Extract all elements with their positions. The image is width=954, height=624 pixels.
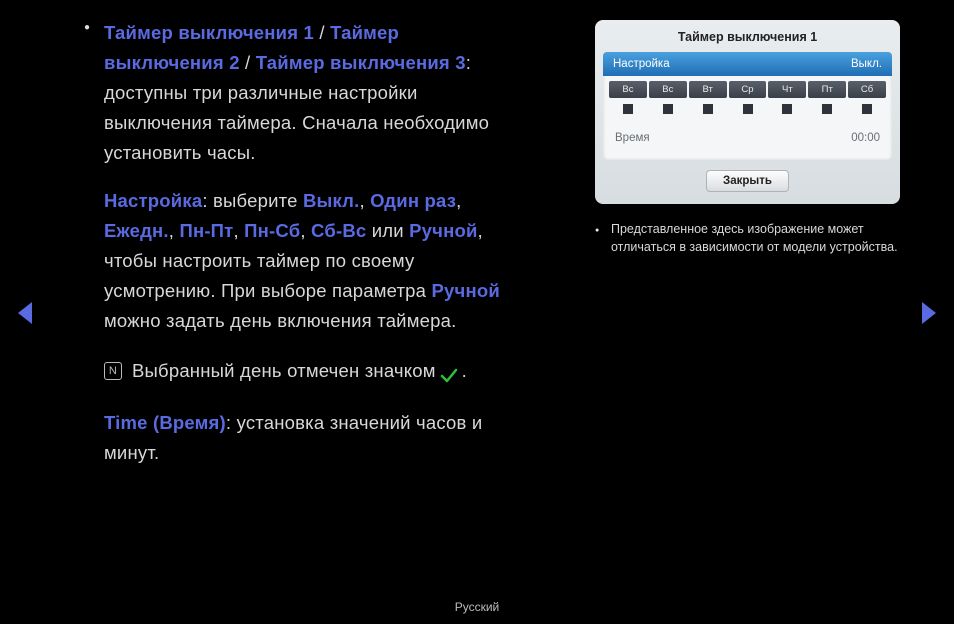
day-label: Вт — [689, 81, 727, 98]
text: , — [169, 220, 180, 241]
day-checkbox[interactable] — [743, 104, 753, 114]
keyword-monsat: Пн-Сб — [244, 220, 300, 241]
day-cell[interactable]: Сб — [848, 81, 886, 118]
keyword-timer1: Таймер выключения 1 — [104, 22, 314, 43]
page: Таймер выключения 1 / Таймер выключения … — [0, 0, 954, 624]
day-cell[interactable]: Вс — [609, 81, 647, 118]
day-cell[interactable]: Чт — [768, 81, 806, 118]
days-row: Вс Вс Вт Ср Чт Пт Сб — [603, 76, 892, 118]
bullet-paragraph-1: Таймер выключения 1 / Таймер выключения … — [84, 18, 524, 168]
dialog-body: Настройка Выкл. Вс Вс Вт Ср Чт Пт Сб Вре… — [603, 52, 892, 160]
day-label: Пт — [808, 81, 846, 98]
note-line: N Выбранный день отмечен значком . — [84, 356, 524, 386]
setup-label: Настройка — [613, 58, 670, 70]
left-column: Таймер выключения 1 / Таймер выключения … — [84, 18, 524, 488]
row-setup[interactable]: Настройка Выкл. — [603, 52, 892, 76]
time-label: Время — [615, 132, 650, 144]
day-label: Сб — [848, 81, 886, 98]
day-label: Вс — [649, 81, 687, 98]
time-value: 00:00 — [851, 132, 880, 144]
day-checkbox[interactable] — [623, 104, 633, 114]
close-button[interactable]: Закрыть — [706, 170, 789, 192]
keyword-timer3: Таймер выключения 3 — [256, 52, 466, 73]
day-checkbox[interactable] — [862, 104, 872, 114]
paragraph-3-block: Time (Время): установка значений часов и… — [84, 408, 524, 468]
dialog-title: Таймер выключения 1 — [603, 26, 892, 52]
setup-value: Выкл. — [851, 58, 882, 70]
day-cell[interactable]: Вс — [649, 81, 687, 118]
paragraph-3: Time (Время): установка значений часов и… — [104, 408, 524, 468]
day-cell[interactable]: Вт — [689, 81, 727, 118]
text: , — [233, 220, 244, 241]
note-text-end: . — [462, 356, 467, 386]
text: , — [359, 190, 370, 211]
nav-prev-button[interactable] — [14, 300, 36, 331]
text: или — [366, 220, 409, 241]
note-icon: N — [104, 362, 122, 380]
check-icon — [440, 363, 458, 379]
nav-next-button[interactable] — [918, 300, 940, 331]
keyword-satsun: Сб-Вс — [311, 220, 366, 241]
right-column: Таймер выключения 1 Настройка Выкл. Вс В… — [595, 20, 915, 256]
day-label: Ср — [729, 81, 767, 98]
keyword-manual: Ручной — [409, 220, 477, 241]
keyword-manual2: Ручной — [432, 280, 500, 301]
text: / — [240, 52, 256, 73]
text: : выберите — [202, 190, 303, 211]
day-checkbox[interactable] — [703, 104, 713, 114]
timer-dialog: Таймер выключения 1 Настройка Выкл. Вс В… — [595, 20, 900, 204]
footer-language: Русский — [0, 600, 954, 614]
text: , — [300, 220, 311, 241]
keyword-off: Выкл. — [303, 190, 360, 211]
row-time[interactable]: Время 00:00 — [603, 118, 892, 154]
note-text: Выбранный день отмечен значком — [132, 356, 436, 386]
disclaimer: Представленное здесь изображение может о… — [595, 220, 915, 256]
keyword-monfri: Пн-Пт — [179, 220, 233, 241]
text: / — [314, 22, 330, 43]
day-label: Вс — [609, 81, 647, 98]
day-cell[interactable]: Ср — [729, 81, 767, 118]
paragraph-1: Таймер выключения 1 / Таймер выключения … — [104, 18, 524, 168]
keyword-daily: Ежедн. — [104, 220, 169, 241]
keyword-once: Один раз — [370, 190, 456, 211]
day-checkbox[interactable] — [663, 104, 673, 114]
text: можно задать день включения таймера. — [104, 310, 456, 331]
day-checkbox[interactable] — [782, 104, 792, 114]
day-label: Чт — [768, 81, 806, 98]
keyword-setup: Настройка — [104, 190, 202, 211]
keyword-time: Time (Время) — [104, 412, 226, 433]
disclaimer-text: Представленное здесь изображение может о… — [611, 222, 898, 254]
paragraph-2: Настройка: выберите Выкл., Один раз, Еже… — [104, 186, 524, 336]
day-checkbox[interactable] — [822, 104, 832, 114]
day-cell[interactable]: Пт — [808, 81, 846, 118]
text: , — [456, 190, 461, 211]
paragraph-2-block: Настройка: выберите Выкл., Один раз, Еже… — [84, 186, 524, 336]
